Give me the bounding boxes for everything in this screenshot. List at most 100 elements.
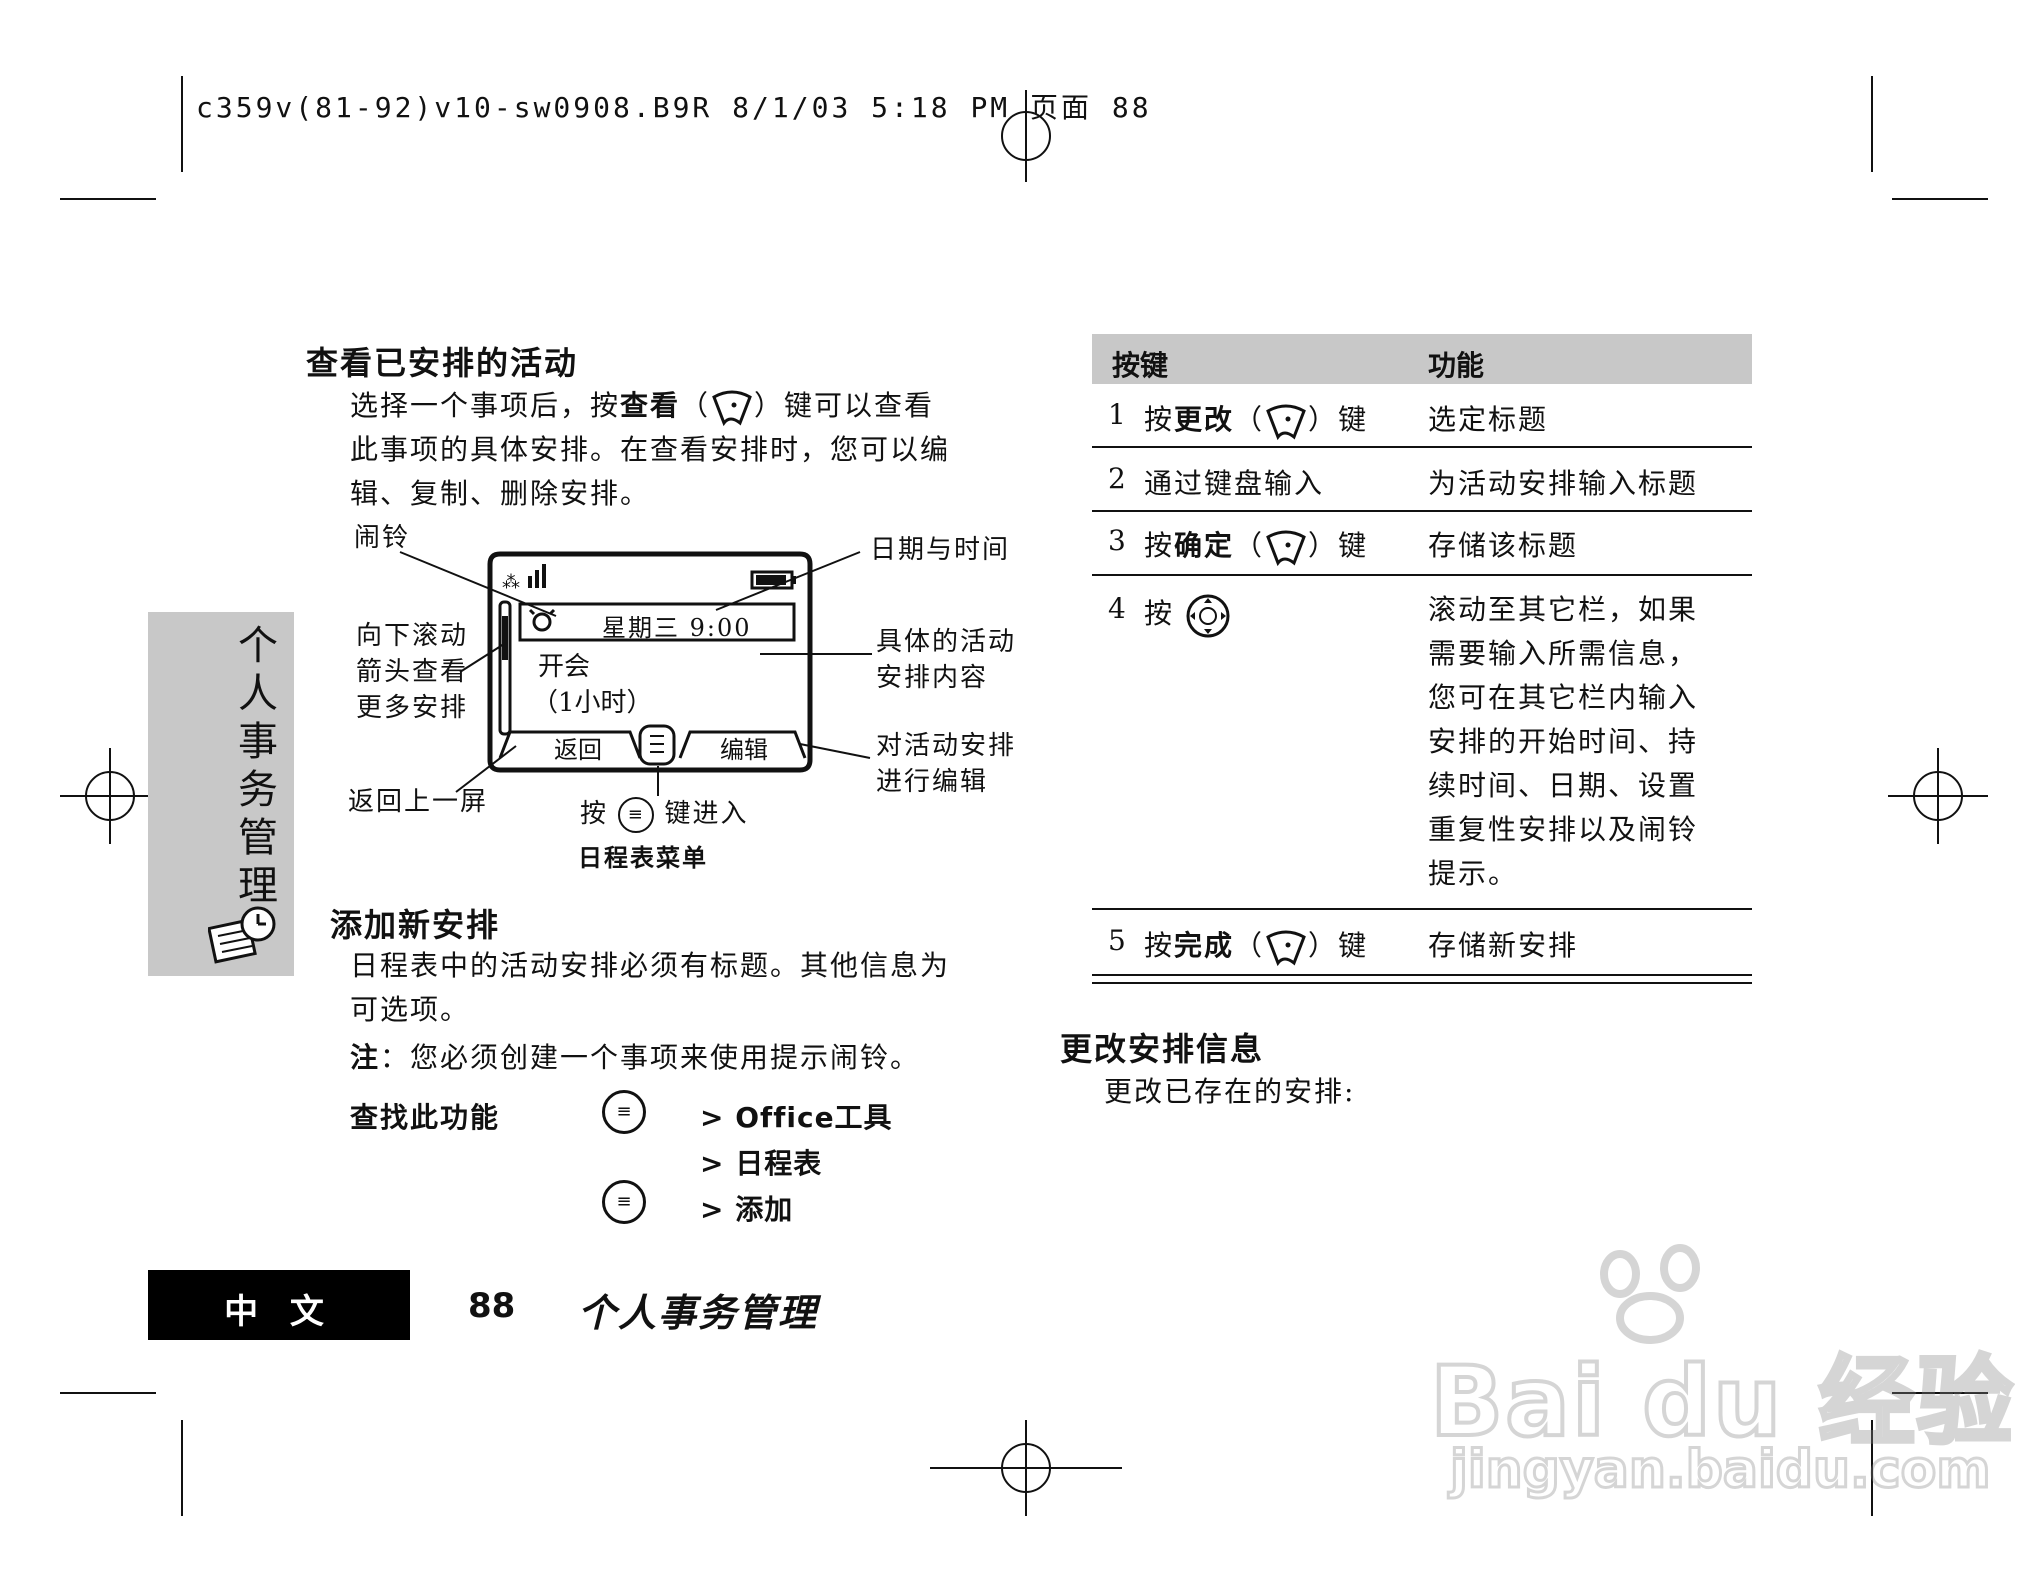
table-header: 按键 功能: [1092, 334, 1752, 384]
section-title-change-event: 更改安排信息: [1060, 1030, 1265, 1068]
table-bottom-rule: [1092, 982, 1752, 984]
row-key-text: 键: [1338, 929, 1369, 962]
callout-scroll-line: 更多安排: [356, 693, 469, 723]
table-divider: [1092, 908, 1752, 910]
softkey-edit-label: 编辑: [720, 736, 768, 764]
row-key-text: 通过键盘输入: [1144, 467, 1325, 500]
table-row: 4 按 滚动至其它栏，如果 需要输入所需信息， 您可在其它栏内输入 安排的开始时…: [1092, 588, 1752, 898]
registration-mark-right: [1888, 748, 1988, 844]
footer-page-number: 88: [468, 1286, 516, 1326]
row-function-line: 重复性安排以及闹铃: [1428, 813, 1699, 846]
table-row: 2 通过键盘输入 为活动安排输入标题: [1092, 462, 1752, 510]
right-soft-key-icon: [1264, 403, 1308, 441]
section-title-view-events: 查看已安排的活动: [306, 344, 579, 382]
row-key-cell: 按完成（ ）键: [1144, 924, 1368, 967]
row-number: 5: [1108, 924, 1128, 957]
table-header-key: 按键: [1112, 349, 1169, 382]
callout-edit-line: 对活动安排: [876, 731, 1017, 761]
side-tab-char: 个: [238, 623, 278, 669]
softkey-back-label: 返回: [554, 736, 602, 764]
row-function: 选定标题: [1428, 403, 1549, 436]
callout-calendar-menu: 日程表菜单: [578, 844, 708, 872]
registration-mark-left: [60, 748, 160, 844]
row-number: 1: [1108, 398, 1128, 431]
row-key-text: 键: [1338, 403, 1369, 436]
row-key-text: 按: [1144, 929, 1175, 962]
callout-press-menu: 按 ≡ 键进入: [580, 796, 749, 833]
para-text: 此事项的具体安排。在查看安排时，您可以编: [350, 433, 951, 466]
table-divider: [1092, 574, 1752, 576]
row-function: 为活动安排输入标题: [1428, 467, 1699, 500]
table-header-function: 功能: [1428, 349, 1485, 382]
callout-scroll-line: 箭头查看: [356, 657, 469, 687]
screen-day-time: 星期三 9:00: [602, 614, 752, 642]
callout-text: 按: [580, 799, 609, 829]
row-key-text: 按: [1144, 403, 1175, 436]
row-function: 存储新安排: [1428, 929, 1579, 962]
menu-key-icon: ≡: [602, 1090, 646, 1134]
callout-edit-line: 进行编辑: [876, 767, 989, 797]
callout-details: 具体的活动 安排内容: [876, 624, 1016, 696]
baidu-watermark: Bai du 经验 jingyan.baidu.com: [1428, 1240, 2015, 1540]
callout-alarm: 闹铃: [354, 523, 411, 553]
right-soft-key-icon: [710, 389, 754, 427]
right-soft-key-icon: [1264, 529, 1308, 567]
screen-content-duration: （1小时）: [532, 688, 653, 718]
calendar-clock-icon: [208, 906, 276, 964]
row-function-line: 您可在其它栏内输入: [1428, 681, 1699, 714]
row-number: 2: [1108, 462, 1128, 495]
side-tab-char: 人: [238, 671, 278, 717]
table-divider: [1092, 510, 1752, 512]
path-add: > 添加: [700, 1193, 794, 1226]
callout-details-line: 安排内容: [876, 663, 989, 693]
side-tab: 个 人 事 务 管 理: [148, 612, 294, 976]
row-function-multiline: 滚动至其它栏，如果 需要输入所需信息， 您可在其它栏内输入 安排的开始时间、持 …: [1428, 588, 1744, 896]
row-key-text: 键: [1338, 529, 1369, 562]
table-row: 3 按确定（ ）键 存储该标题: [1092, 522, 1752, 572]
callout-text: 键进入: [664, 799, 749, 829]
row-number: 3: [1108, 524, 1128, 557]
row-function-line: 滚动至其它栏，如果: [1428, 593, 1699, 626]
row-key-cell: 按确定（ ）键: [1144, 524, 1368, 567]
watermark-url: jingyan.baidu.com: [1449, 1439, 1993, 1502]
view-key-label: 查看: [620, 389, 681, 422]
footer-chapter: 个人事务管理: [578, 1290, 819, 1335]
row-key-text: 按: [1144, 529, 1175, 562]
side-tab-char: 事: [238, 719, 278, 765]
section-view-paragraph: 选择一个事项后，按查看（ ）键可以查看 此事项的具体安排。在查看安排时，您可以编 …: [350, 384, 1010, 516]
side-tab-char: 管: [238, 815, 278, 861]
table-bottom-rule: [1092, 974, 1752, 976]
footer-lang-block: 中 文: [148, 1270, 410, 1340]
right-soft-key-icon: [1264, 929, 1308, 967]
row-key-bold: 更改: [1174, 403, 1235, 436]
row-function-line: 安排的开始时间、持: [1428, 725, 1699, 758]
para-text: 选择一个事项后，按: [350, 389, 621, 422]
section-add-paragraph: 日程表中的活动安排必须有标题。其他信息为 可选项。: [350, 944, 1030, 1032]
para-text: 日程表中的活动安排必须有标题。其他信息为: [350, 949, 951, 982]
para-text: 辑、复制、删除安排。: [350, 477, 651, 510]
callout-back: 返回上一屏: [348, 787, 489, 817]
note-text: ：您必须创建一个事项来使用提示闹铃。: [380, 1041, 921, 1074]
row-function: 存储该标题: [1428, 529, 1579, 562]
registration-mark-bottom: [930, 1420, 1122, 1516]
callout-scroll: 向下滚动 箭头查看 更多安排: [356, 618, 468, 726]
path-calendar: > 日程表: [700, 1147, 823, 1180]
row-function-line: 续时间、日期、设置: [1428, 769, 1699, 802]
callout-scroll-line: 向下滚动: [356, 621, 469, 651]
table-divider: [1092, 446, 1752, 448]
note: 注：您必须创建一个事项来使用提示闹铃。: [350, 1036, 920, 1080]
row-function-line: 需要输入所需信息，: [1428, 637, 1699, 670]
para-text: 可选项。: [350, 993, 471, 1026]
screen-content-title: 开会: [538, 652, 591, 682]
phone-screen-diagram: ⁂ 星期三 9:00 开会 （1小时） 返回 编辑 闹铃 日期与时间 向下滚动 …: [340, 520, 1020, 880]
row-key-text: 按: [1144, 597, 1175, 630]
table-row: 5 按完成（ ）键 存储新安排: [1092, 922, 1752, 972]
table-row: 1 按更改（ ）键 选定标题: [1092, 396, 1752, 446]
menu-key-icon: ≡: [618, 797, 655, 833]
callout-details-line: 具体的活动: [876, 627, 1017, 657]
section-title-add-event: 添加新安排: [330, 906, 501, 944]
row-key-cell: 按更改（ ）键: [1144, 398, 1368, 441]
row-key-bold: 完成: [1174, 929, 1235, 962]
find-feature-label: 查找此功能: [350, 1101, 501, 1134]
row-key-cell: 按: [1144, 592, 1231, 639]
